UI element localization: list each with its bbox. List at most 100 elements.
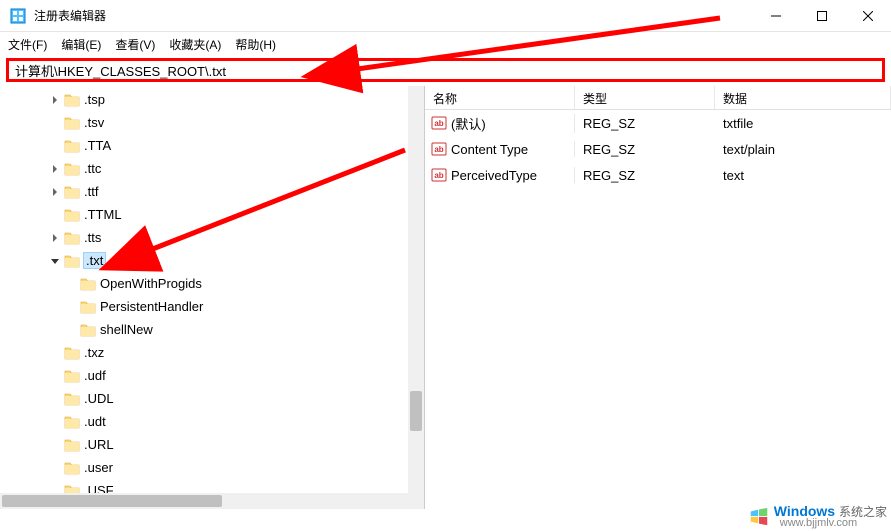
tree-item[interactable]: .tts [0, 226, 424, 249]
close-button[interactable] [845, 0, 891, 32]
tree-item-label[interactable]: PersistentHandler [100, 299, 203, 314]
folder-icon [64, 461, 80, 475]
tree-item-label[interactable]: .tts [84, 230, 101, 245]
value-name: Content Type [451, 142, 528, 157]
minimize-button[interactable] [753, 0, 799, 32]
watermark-url: www.bjjmlv.com [780, 518, 887, 529]
svg-text:ab: ab [434, 145, 443, 154]
svg-text:ab: ab [434, 171, 443, 180]
address-bar[interactable]: 计算机\HKEY_CLASSES_ROOT\.txt [6, 58, 885, 82]
menu-view[interactable]: 查看(V) [115, 36, 155, 53]
folder-icon [64, 415, 80, 429]
list-row[interactable]: ab PerceivedType REG_SZtext [425, 162, 891, 188]
tree-item[interactable]: .ttf [0, 180, 424, 203]
tree-toggle [48, 461, 62, 475]
menubar: 文件(F) 编辑(E) 查看(V) 收藏夹(A) 帮助(H) [0, 32, 891, 56]
tree-toggle[interactable] [48, 254, 62, 268]
tree-item-label[interactable]: .UDL [84, 391, 114, 406]
tree-scrollbar-horizontal[interactable] [0, 493, 408, 509]
regedit-icon [10, 8, 26, 24]
tree-item-label[interactable]: .URL [84, 437, 114, 452]
tree-item[interactable]: OpenWithProgids [0, 272, 424, 295]
tree-toggle [48, 369, 62, 383]
tree-toggle[interactable] [48, 185, 62, 199]
tree-item[interactable]: .TTA [0, 134, 424, 157]
value-name: PerceivedType [451, 168, 537, 183]
folder-icon [64, 185, 80, 199]
value-data: text [715, 164, 891, 187]
folder-icon [64, 231, 80, 245]
tree-item[interactable]: .URL [0, 433, 424, 456]
folder-icon [80, 300, 96, 314]
tree-toggle [48, 208, 62, 222]
value-data: txtfile [715, 112, 891, 135]
tree-item[interactable]: .udf [0, 364, 424, 387]
tree-item[interactable]: .ttc [0, 157, 424, 180]
folder-icon [64, 438, 80, 452]
svg-text:ab: ab [434, 119, 443, 128]
value-type: REG_SZ [575, 164, 715, 187]
list-row[interactable]: ab(默认)REG_SZtxtfile [425, 110, 891, 136]
string-value-icon: ab [431, 167, 447, 183]
list-row[interactable]: abContent TypeREG_SZtext/plain [425, 136, 891, 162]
column-name[interactable]: 名称 [425, 86, 575, 109]
watermark: Windows 系统之家 www.bjjmlv.com [748, 504, 887, 529]
tree-item[interactable]: .tsv [0, 111, 424, 134]
tree-item[interactable]: .udt [0, 410, 424, 433]
tree-scrollbar-vertical[interactable] [408, 86, 424, 509]
tree-toggle[interactable] [48, 162, 62, 176]
menu-file[interactable]: 文件(F) [8, 36, 47, 53]
maximize-button[interactable] [799, 0, 845, 32]
tree-item-label[interactable]: shellNew [100, 322, 153, 337]
tree-item[interactable]: .tsp [0, 88, 424, 111]
list-header: 名称 类型 数据 [425, 86, 891, 110]
tree-toggle[interactable] [48, 93, 62, 107]
folder-icon [64, 346, 80, 360]
tree-item-label[interactable]: .TTML [84, 207, 122, 222]
tree-toggle[interactable] [48, 231, 62, 245]
column-data[interactable]: 数据 [715, 86, 891, 109]
tree-item[interactable]: .txz [0, 341, 424, 364]
tree-toggle [48, 346, 62, 360]
string-value-icon: ab [431, 141, 447, 157]
value-type: REG_SZ [575, 138, 715, 161]
tree-toggle [48, 392, 62, 406]
menu-help[interactable]: 帮助(H) [235, 36, 276, 53]
tree-item-label[interactable]: .txz [84, 345, 104, 360]
scrollbar-thumb[interactable] [2, 495, 222, 507]
tree-item[interactable]: .user [0, 456, 424, 479]
scrollbar-thumb[interactable] [410, 391, 422, 431]
tree-item-label[interactable]: .tsp [84, 92, 105, 107]
tree-toggle [48, 438, 62, 452]
tree-item-label[interactable]: OpenWithProgids [100, 276, 202, 291]
tree-item[interactable]: shellNew [0, 318, 424, 341]
tree-item-label[interactable]: .user [84, 460, 113, 475]
folder-icon [64, 254, 80, 268]
tree-panel: .tsp .tsv .TTA .ttc .ttf .TTML .tts .txt OpenWit… [0, 86, 425, 509]
tree-toggle [64, 277, 78, 291]
window-controls [753, 0, 891, 32]
tree-item-label[interactable]: .ttf [84, 184, 98, 199]
tree-item-label[interactable]: .udf [84, 368, 106, 383]
tree-item[interactable]: PersistentHandler [0, 295, 424, 318]
tree-item[interactable]: .UDL [0, 387, 424, 410]
titlebar: 注册表编辑器 [0, 0, 891, 32]
tree-item-label[interactable]: .ttc [84, 161, 101, 176]
tree-toggle [48, 415, 62, 429]
tree-item-label[interactable]: .udt [84, 414, 106, 429]
tree-item-label[interactable]: .TTA [84, 138, 111, 153]
tree-item[interactable]: .TTML [0, 203, 424, 226]
folder-icon [64, 116, 80, 130]
tree-item-label[interactable]: .txt [84, 253, 105, 268]
folder-icon [64, 139, 80, 153]
menu-favorites[interactable]: 收藏夹(A) [169, 36, 221, 53]
folder-icon [64, 93, 80, 107]
tree-item[interactable]: .txt [0, 249, 424, 272]
folder-icon [80, 323, 96, 337]
tree-item-label[interactable]: .tsv [84, 115, 104, 130]
value-type: REG_SZ [575, 112, 715, 135]
menu-edit[interactable]: 编辑(E) [61, 36, 101, 53]
column-type[interactable]: 类型 [575, 86, 715, 109]
tree-toggle [64, 300, 78, 314]
window-title: 注册表编辑器 [34, 7, 753, 24]
